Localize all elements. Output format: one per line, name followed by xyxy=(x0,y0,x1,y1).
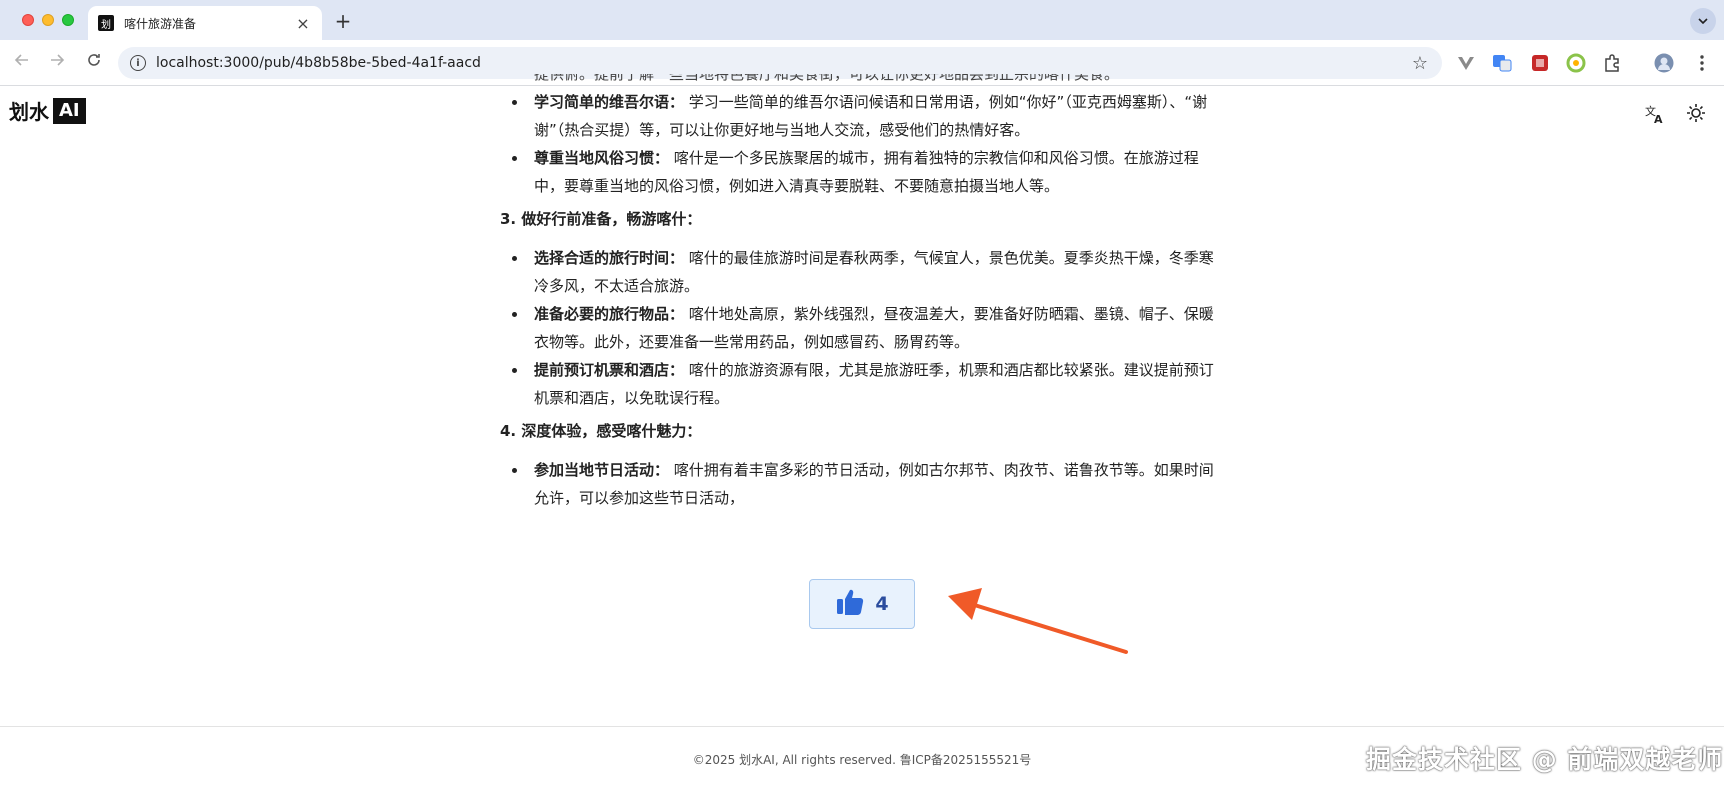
new-tab-button[interactable]: + xyxy=(332,9,354,33)
tab-favicon-icon: 划 xyxy=(98,15,114,31)
list-item: 准备必要的旅行物品： 喀什地处高原，紫外线强烈，昼夜温差大，要准备好防晒霜、墨镜… xyxy=(500,300,1220,356)
extensions-puzzle-icon[interactable] xyxy=(1602,53,1622,73)
list-item: 参加当地节日活动： 喀什拥有着丰富多彩的节日活动，例如古尔邦节、肉孜节、诺鲁孜节… xyxy=(500,456,1220,512)
article-content: 提供俯。提前了解一些当地特色餐厅和美食街，可以让你更好地品尝到正宗的喀什美食。 … xyxy=(500,74,1220,512)
browser-tab[interactable]: 划 喀什旅游准备 × xyxy=(88,6,322,40)
list-item: 提前预订机票和酒店： 喀什的旅游资源有限，尤其是旅游旺季，机票和酒店都比较紧张。… xyxy=(500,356,1220,412)
translate-icon[interactable]: 文A xyxy=(1643,103,1667,127)
theme-toggle-sun-icon[interactable] xyxy=(1684,103,1708,127)
url-text: localhost:3000/pub/4b8b58be-5bed-4a1f-aa… xyxy=(156,55,481,71)
article-partial-line: 提供俯。提前了解一些当地特色餐厅和美食街，可以让你更好地品尝到正宗的喀什美食。 xyxy=(534,74,1120,83)
extension-red-icon[interactable] xyxy=(1530,53,1550,73)
logo-badge: AI xyxy=(53,97,86,124)
browser-menu-icon[interactable] xyxy=(1692,53,1712,73)
close-window-button[interactable] xyxy=(22,14,34,26)
watermark: 掘金技术社区 @ 前端双越老师 xyxy=(1366,745,1724,774)
list-item: 尊重当地风俗习惯： 喀什是一个多民族聚居的城市，拥有着独特的宗教信仰和风俗习惯。… xyxy=(500,144,1220,200)
profile-avatar[interactable] xyxy=(1654,53,1674,73)
reload-icon[interactable] xyxy=(83,52,105,74)
tab-title: 喀什旅游准备 xyxy=(124,16,197,31)
forward-icon[interactable] xyxy=(46,52,68,74)
like-count: 4 xyxy=(875,593,889,615)
maximize-window-button[interactable] xyxy=(62,14,74,26)
like-button[interactable]: 4 xyxy=(809,579,915,629)
tab-close-icon[interactable]: × xyxy=(294,14,312,33)
site-logo[interactable]: 划水 AI xyxy=(9,96,86,125)
extension-translate-icon[interactable] xyxy=(1492,53,1512,73)
section-heading: 4. 深度体验，感受喀什魅力： xyxy=(500,422,702,440)
list-item: 选择合适的旅行时间： 喀什的最佳旅游时间是春秋两季，气候宜人，景色优美。夏季炎热… xyxy=(500,244,1220,300)
logo-text: 划水 xyxy=(9,100,49,124)
section4-list: 参加当地节日活动： 喀什拥有着丰富多彩的节日活动，例如古尔邦节、肉孜节、诺鲁孜节… xyxy=(500,456,1220,512)
section2-list: 学习简单的维吾尔语： 学习一些简单的维吾尔语问候语和日常用语，例如“你好”（亚克… xyxy=(500,88,1220,200)
list-item: 学习简单的维吾尔语： 学习一些简单的维吾尔语问候语和日常用语，例如“你好”（亚克… xyxy=(500,88,1220,144)
svg-text:A: A xyxy=(1654,113,1663,125)
extension-circle-icon[interactable] xyxy=(1566,53,1586,73)
extension-vue-icon[interactable] xyxy=(1456,53,1476,73)
bookmark-star-icon[interactable]: ☆ xyxy=(1412,53,1428,74)
back-icon[interactable] xyxy=(11,52,33,74)
thumbs-up-icon xyxy=(835,587,865,621)
browser-tab-bar: 划 喀什旅游准备 × + xyxy=(0,0,1724,40)
section-heading: 3. 做好行前准备，畅游喀什： xyxy=(500,210,702,228)
tab-search-chevron-icon[interactable] xyxy=(1690,8,1716,34)
site-info-icon[interactable]: i xyxy=(130,55,146,71)
section3-list: 选择合适的旅行时间： 喀什的最佳旅游时间是春秋两季，气候宜人，景色优美。夏季炎热… xyxy=(500,244,1220,412)
minimize-window-button[interactable] xyxy=(42,14,54,26)
